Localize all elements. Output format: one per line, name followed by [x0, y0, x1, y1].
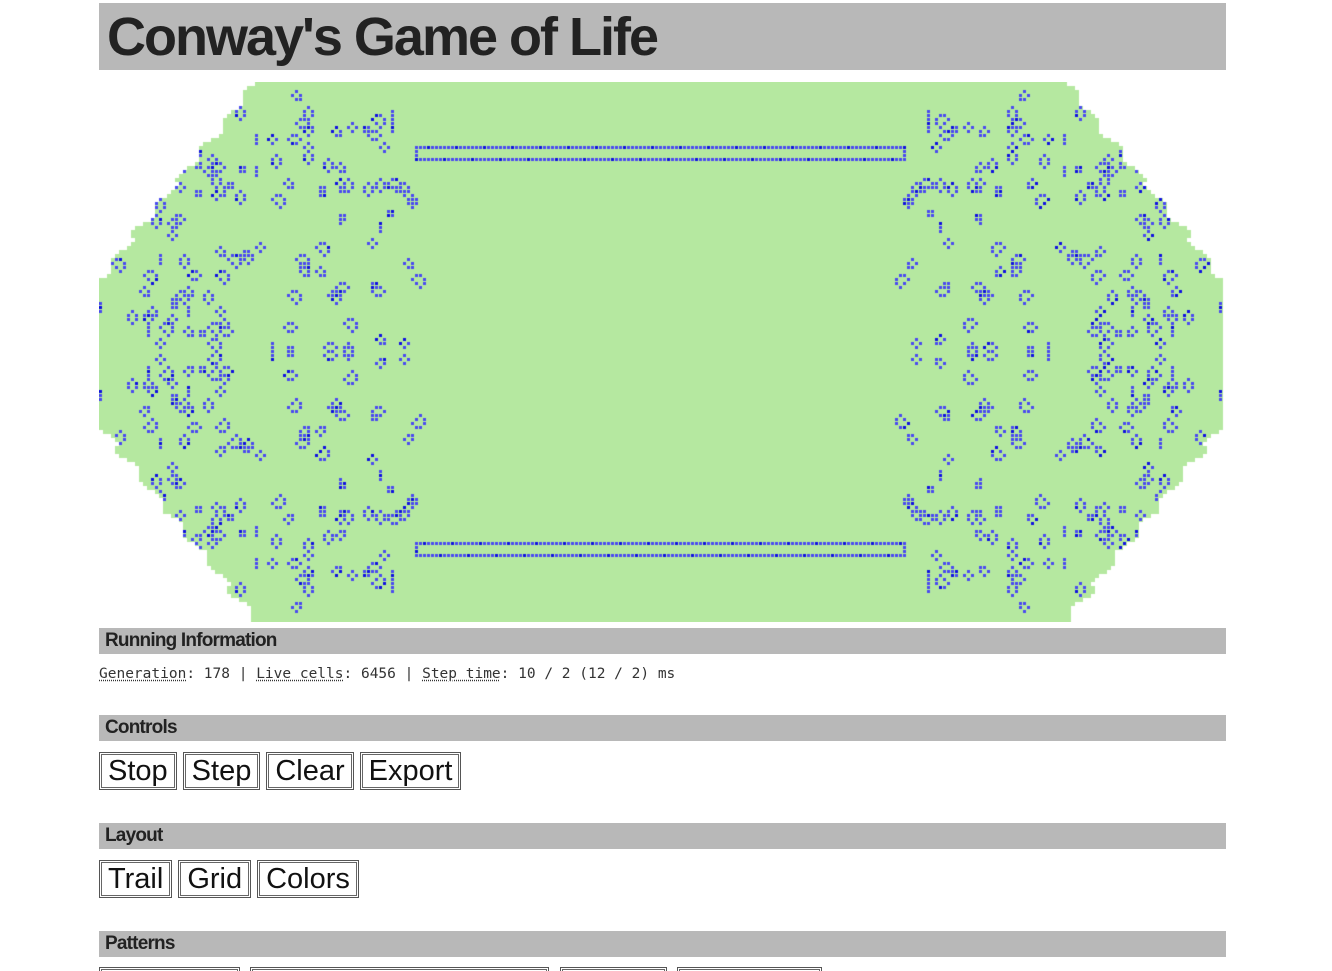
running-info-section-header: Running Information — [99, 628, 1226, 654]
colon-sep: : — [343, 666, 361, 682]
info-separator: | — [229, 666, 257, 682]
pattern-button[interactable] — [560, 967, 667, 971]
pattern-button[interactable] — [99, 967, 240, 971]
step-time-value: 10 / 2 (12 / 2) ms — [518, 666, 676, 682]
patterns-heading: Patterns — [105, 933, 175, 954]
grid-button[interactable]: Grid — [178, 860, 252, 898]
stop-button[interactable]: Stop — [99, 752, 177, 790]
colon-sep: : — [186, 666, 204, 682]
layout-button-row: Trail Grid Colors — [99, 860, 359, 898]
pattern-button[interactable] — [677, 967, 822, 971]
controls-heading: Controls — [105, 717, 178, 738]
export-button[interactable]: Export — [359, 752, 462, 790]
clear-button[interactable]: Clear — [266, 752, 354, 790]
trail-button[interactable]: Trail — [99, 860, 173, 898]
running-info-line: Generation: 178 | Live cells: 6456 | Ste… — [99, 664, 675, 684]
info-separator: | — [395, 666, 423, 682]
colon-sep: : — [500, 666, 519, 682]
generation-value: 178 — [203, 666, 230, 682]
step-time-label: Step time — [422, 666, 501, 682]
controls-button-row: Stop Step Clear Export — [99, 752, 462, 790]
page: Conway's Game of Life Running Informatio… — [0, 0, 1332, 971]
controls-section-header: Controls — [99, 715, 1226, 741]
live-cells-label: Live cells — [256, 666, 344, 682]
layout-section-header: Layout — [99, 823, 1226, 849]
live-cells-value: 6456 — [360, 666, 396, 682]
generation-label: Generation — [99, 666, 187, 682]
running-info-heading: Running Information — [105, 630, 277, 651]
step-button[interactable]: Step — [182, 752, 261, 790]
layout-heading: Layout — [105, 825, 163, 846]
page-title: Conway's Game of Life — [107, 7, 659, 67]
colors-button[interactable]: Colors — [257, 860, 359, 898]
patterns-section-header: Patterns — [99, 931, 1226, 957]
life-board-canvas[interactable] — [99, 82, 1226, 622]
title-bar: Conway's Game of Life — [99, 3, 1226, 70]
pattern-button[interactable] — [250, 967, 549, 971]
